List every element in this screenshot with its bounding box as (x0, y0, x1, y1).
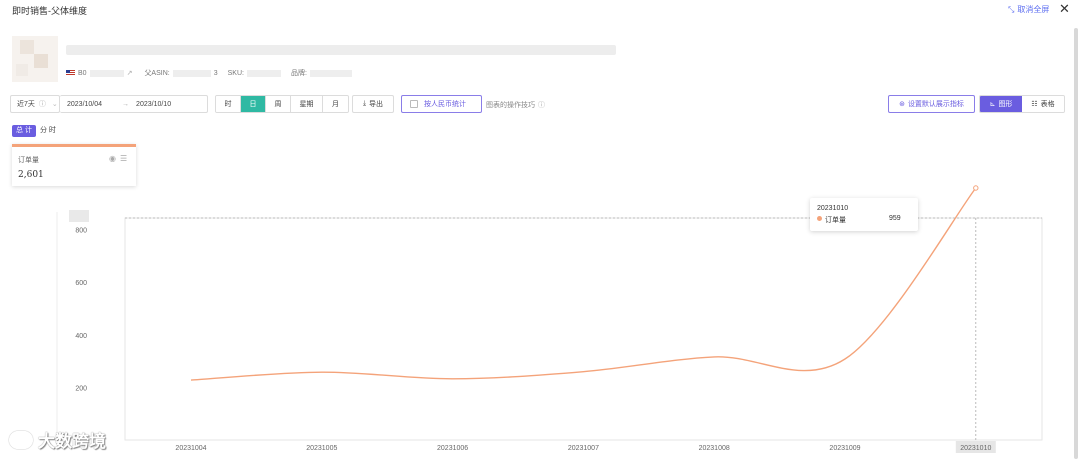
x-tick-label: 20231008 (699, 445, 730, 452)
series-dot (817, 216, 822, 221)
tooltip-series: 订单量 (825, 217, 846, 224)
y-top-tick-label-box (69, 210, 89, 222)
x-tick-label: 20231009 (829, 445, 860, 452)
x-tick-label: 20231005 (306, 445, 337, 452)
plot-frame (124, 217, 1043, 441)
chart-tooltip: 20231010 订单量 959 (810, 198, 918, 231)
x-tick-label: 20231010 (960, 445, 991, 452)
tooltip-value: 959 (889, 215, 901, 222)
x-tick-label: 20231004 (175, 445, 206, 452)
x-tick-label: 20231006 (437, 445, 468, 452)
x-tick-label: 20231007 (568, 445, 599, 452)
watermark-logo-icon (9, 430, 33, 449)
watermark-text: 大数跨境 (38, 432, 106, 451)
highlight-point (973, 185, 979, 191)
line-chart: 200 400 600 800 20231004 20231005 20231006 2023… (56, 185, 1043, 453)
y-tick-label: 200 (75, 386, 87, 393)
y-tick-label: 400 (75, 333, 87, 340)
y-tick-label: 800 (75, 227, 87, 234)
watermark: 大数跨境 (9, 427, 106, 452)
tooltip-date: 20231010 (817, 205, 849, 212)
y-tick-label: 600 (75, 280, 87, 287)
